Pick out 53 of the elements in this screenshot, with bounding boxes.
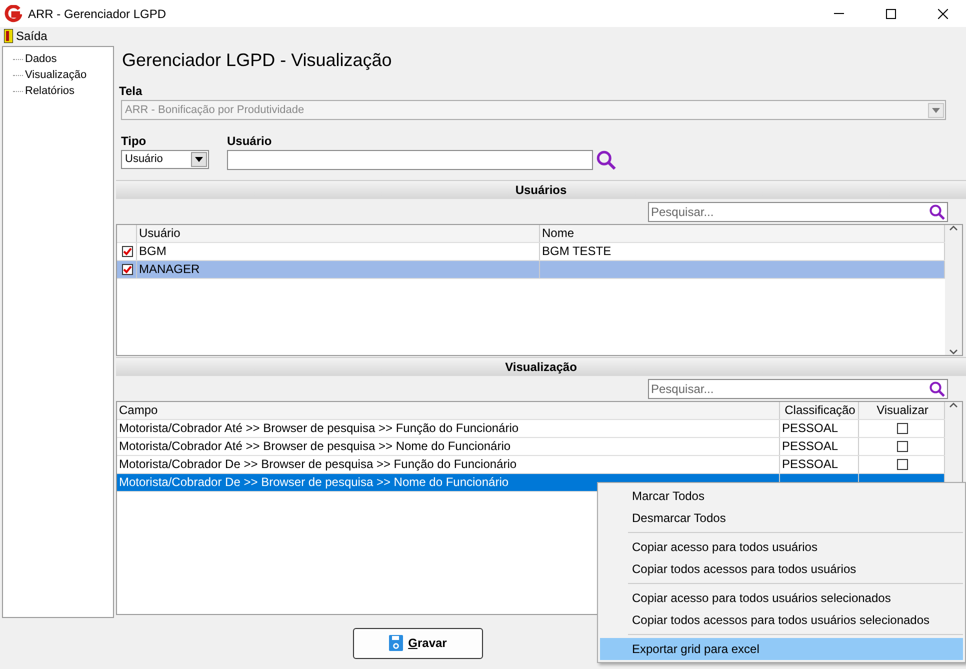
- minimize-icon: [834, 13, 844, 14]
- scroll-up-icon[interactable]: [949, 402, 958, 408]
- checkbox[interactable]: [897, 423, 908, 434]
- checkbox[interactable]: [122, 264, 133, 275]
- door-icon: [4, 29, 13, 43]
- field-label: Tipo: [121, 133, 148, 150]
- table-cell: MANAGER: [137, 261, 540, 278]
- field-label: Tela: [119, 83, 144, 100]
- column-header[interactable]: Campo: [117, 402, 780, 419]
- section-header: Visualização: [116, 357, 966, 376]
- screen-dropdown: ARR - Bonificação por Produtividade: [121, 100, 946, 120]
- checkbox[interactable]: [122, 246, 133, 257]
- menu-item[interactable]: Copiar acesso para todos usuários selecionados: [600, 587, 963, 609]
- column-header[interactable]: Classificação: [780, 402, 859, 419]
- field-label: Usuário: [227, 133, 273, 150]
- menu-item[interactable]: Desmarcar Todos: [600, 507, 963, 529]
- caret-icon: [195, 157, 203, 162]
- tree-item[interactable]: Relatórios: [25, 83, 75, 99]
- table-cell: PESSOAL: [780, 456, 859, 473]
- search-icon[interactable]: [929, 204, 945, 220]
- page-title: Gerenciador LGPD - Visualização: [121, 49, 393, 72]
- menu-item[interactable]: Exportar grid para excel: [600, 638, 963, 660]
- search-field[interactable]: Pesquisar...: [648, 378, 948, 398]
- table-cell: BGM: [137, 243, 540, 260]
- checkbox[interactable]: [897, 441, 908, 452]
- table-cell: PESSOAL: [780, 438, 859, 455]
- caret-icon: [932, 108, 940, 112]
- tree-item[interactable]: Visualização: [25, 67, 87, 83]
- section-header: Usuários: [116, 180, 966, 199]
- menu-item[interactable]: Copiar acesso para todos usuários: [600, 536, 963, 558]
- table-cell: Motorista/Cobrador Até >> Browser de pesquisa >> Nome do Funcionário: [117, 438, 780, 455]
- search-icon[interactable]: [596, 150, 616, 170]
- menu-item[interactable]: Saída: [4, 27, 48, 45]
- save-button[interactable]: Gravar: [353, 628, 483, 658]
- search-field[interactable]: Pesquisar...: [648, 202, 948, 222]
- scroll-up-icon[interactable]: [949, 225, 958, 231]
- app-logo-icon: [4, 4, 22, 22]
- menu-item[interactable]: Copiar todos acessos para todos usuários: [600, 558, 963, 580]
- table-cell: Motorista/Cobrador Até >> Browser de pesquisa >> Função do Funcionário: [117, 420, 780, 437]
- window-title: ARR - Gerenciador LGPD: [28, 6, 166, 22]
- column-header[interactable]: Usuário: [137, 225, 540, 242]
- user-input-field[interactable]: [227, 150, 593, 170]
- table-cell: PESSOAL: [780, 420, 859, 437]
- maximize-icon: [886, 8, 896, 18]
- scrollbar[interactable]: [945, 225, 962, 355]
- search-icon[interactable]: [929, 380, 945, 396]
- type-dropdown[interactable]: Usuário: [121, 150, 209, 169]
- scroll-down-icon[interactable]: [949, 349, 958, 355]
- tree-item[interactable]: Dados: [25, 51, 57, 67]
- checkbox[interactable]: [897, 459, 908, 470]
- menu-item[interactable]: Copiar todos acessos para todos usuários selecionados: [600, 609, 963, 631]
- table-cell: Motorista/Cobrador De >> Browser de pesquisa >> Função do Funcionário: [117, 456, 780, 473]
- close-icon: [938, 8, 948, 18]
